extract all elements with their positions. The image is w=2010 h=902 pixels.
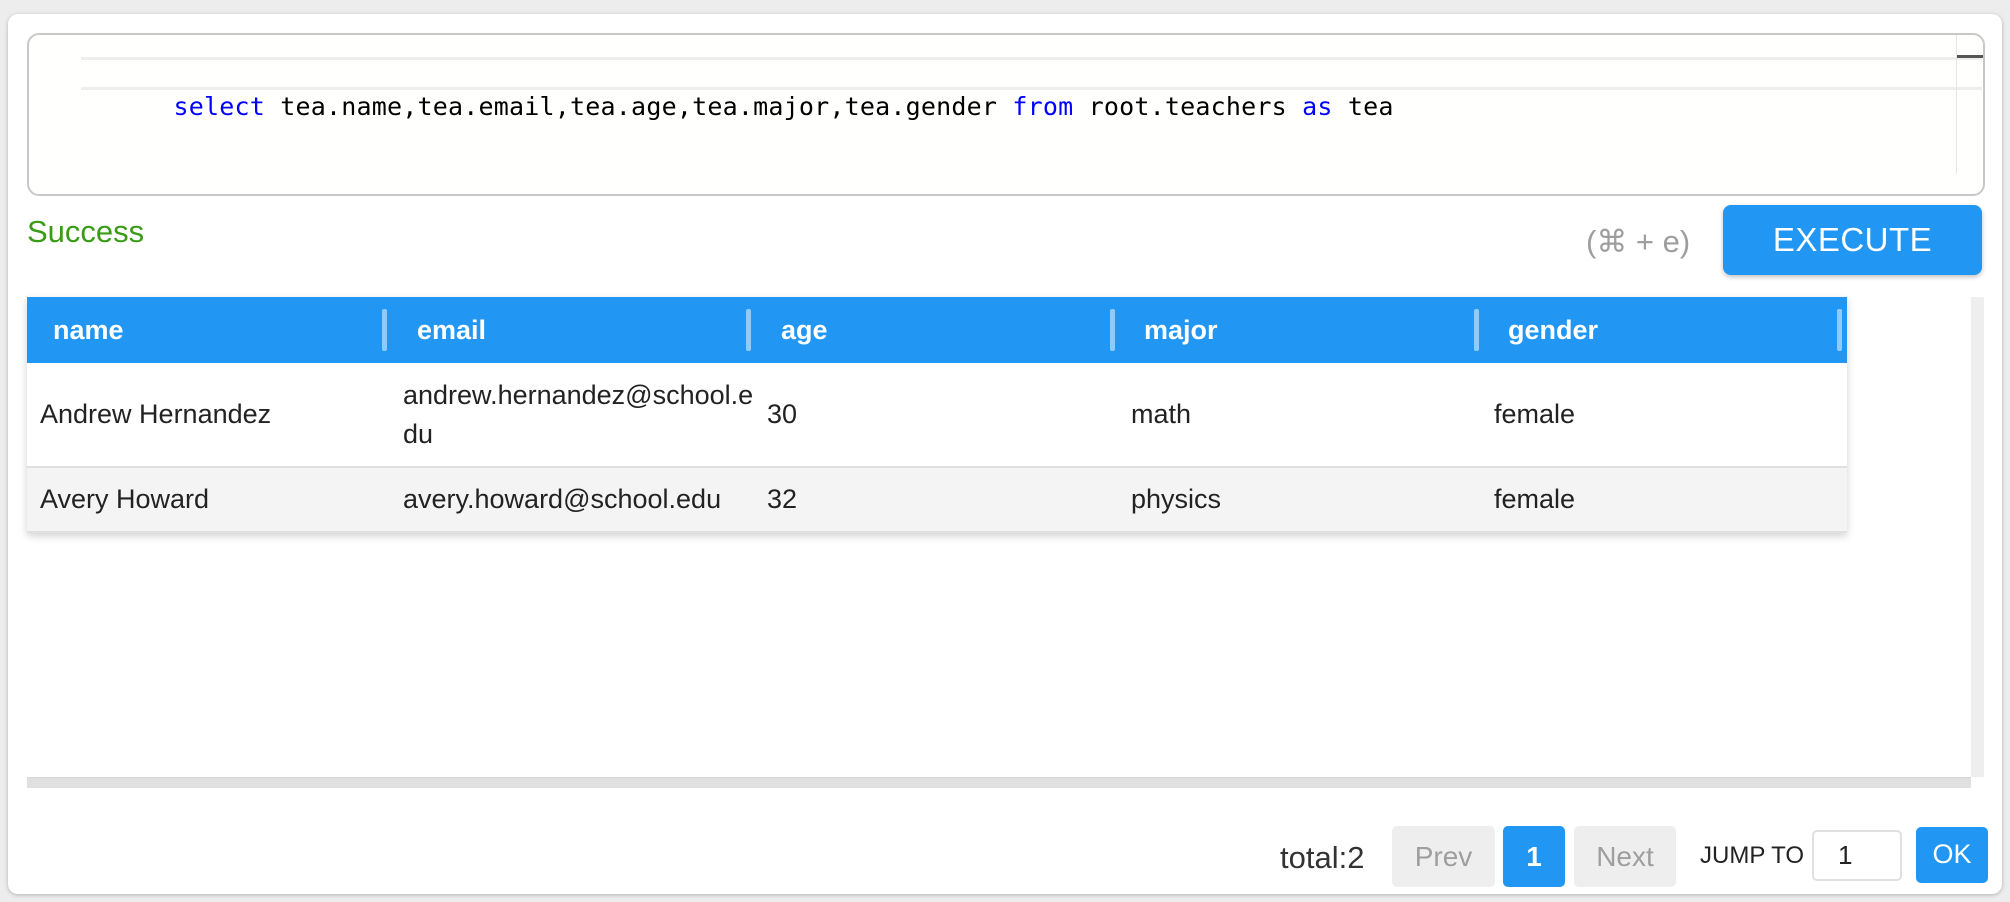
total-count: total:2 (1280, 840, 1365, 875)
cell-age: 32 (767, 484, 798, 514)
column-resize-handle[interactable] (1837, 309, 1842, 351)
table-horizontal-scrollbar[interactable] (27, 777, 1971, 788)
execute-shortcut-hint: (⌘ + e) (1586, 224, 1691, 259)
column-resize-handle[interactable] (382, 309, 387, 351)
cell-name: Andrew Hernandez (40, 399, 272, 429)
cell-gender: female (1494, 484, 1576, 514)
column-resize-handle[interactable] (1474, 309, 1479, 351)
cell-email: avery.howard@school.edu (403, 484, 722, 514)
keyword-as: as (1302, 92, 1333, 121)
code-table: root.teachers (1073, 92, 1303, 121)
column-resize-handle[interactable] (746, 309, 751, 351)
cell-gender: female (1494, 399, 1576, 429)
cell-age: 30 (767, 399, 798, 429)
page-number-button[interactable]: 1 (1503, 826, 1565, 887)
prev-page-button[interactable]: Prev (1392, 826, 1495, 887)
table-row[interactable]: Avery Howard avery.howard@school.edu 32 … (27, 468, 1847, 533)
next-page-button[interactable]: Next (1574, 826, 1676, 887)
execute-button[interactable]: EXECUTE (1723, 205, 1982, 275)
table-vertical-scrollbar[interactable] (1971, 297, 1984, 777)
keyword-from: from (1012, 92, 1074, 121)
code-columns: tea.name,tea.email,tea.age,tea.major,tea… (265, 92, 1013, 121)
column-header-email[interactable]: email (417, 297, 486, 363)
cell-major: math (1131, 399, 1192, 429)
jump-to-input[interactable] (1812, 830, 1902, 881)
status-message: Success (27, 214, 145, 249)
keyword-select: select (173, 92, 266, 121)
column-resize-handle[interactable] (1110, 309, 1115, 351)
jump-ok-button[interactable]: OK (1916, 827, 1988, 883)
table-row[interactable]: Andrew Hernandez andrew.hernandez@school… (27, 363, 1847, 468)
column-header-age[interactable]: age (781, 297, 828, 363)
jump-to-label: JUMP TO (1700, 842, 1805, 869)
cell-major: physics (1131, 484, 1222, 514)
cell-name: Avery Howard (40, 484, 210, 514)
table-header: name email age major gender (27, 297, 1847, 363)
editor-scrollbar[interactable] (1956, 35, 1983, 174)
column-header-name[interactable]: name (53, 297, 124, 363)
sql-code-line[interactable]: select tea.name,tea.email,tea.age,tea.ma… (82, 57, 1394, 121)
editor-scrollbar-thumb[interactable] (1957, 55, 1983, 58)
column-header-major[interactable]: major (1144, 297, 1218, 363)
result-table-area: name email age major gender Andrew Herna… (27, 297, 1990, 788)
query-panel: select tea.name,tea.email,tea.age,tea.ma… (8, 14, 2002, 894)
sql-editor[interactable]: select tea.name,tea.email,tea.age,tea.ma… (27, 33, 1985, 196)
cell-email: andrew.hernandez@school.edu (403, 379, 754, 449)
result-table: name email age major gender Andrew Herna… (27, 297, 1847, 533)
column-header-gender[interactable]: gender (1508, 297, 1598, 363)
code-alias: tea (1332, 92, 1394, 121)
